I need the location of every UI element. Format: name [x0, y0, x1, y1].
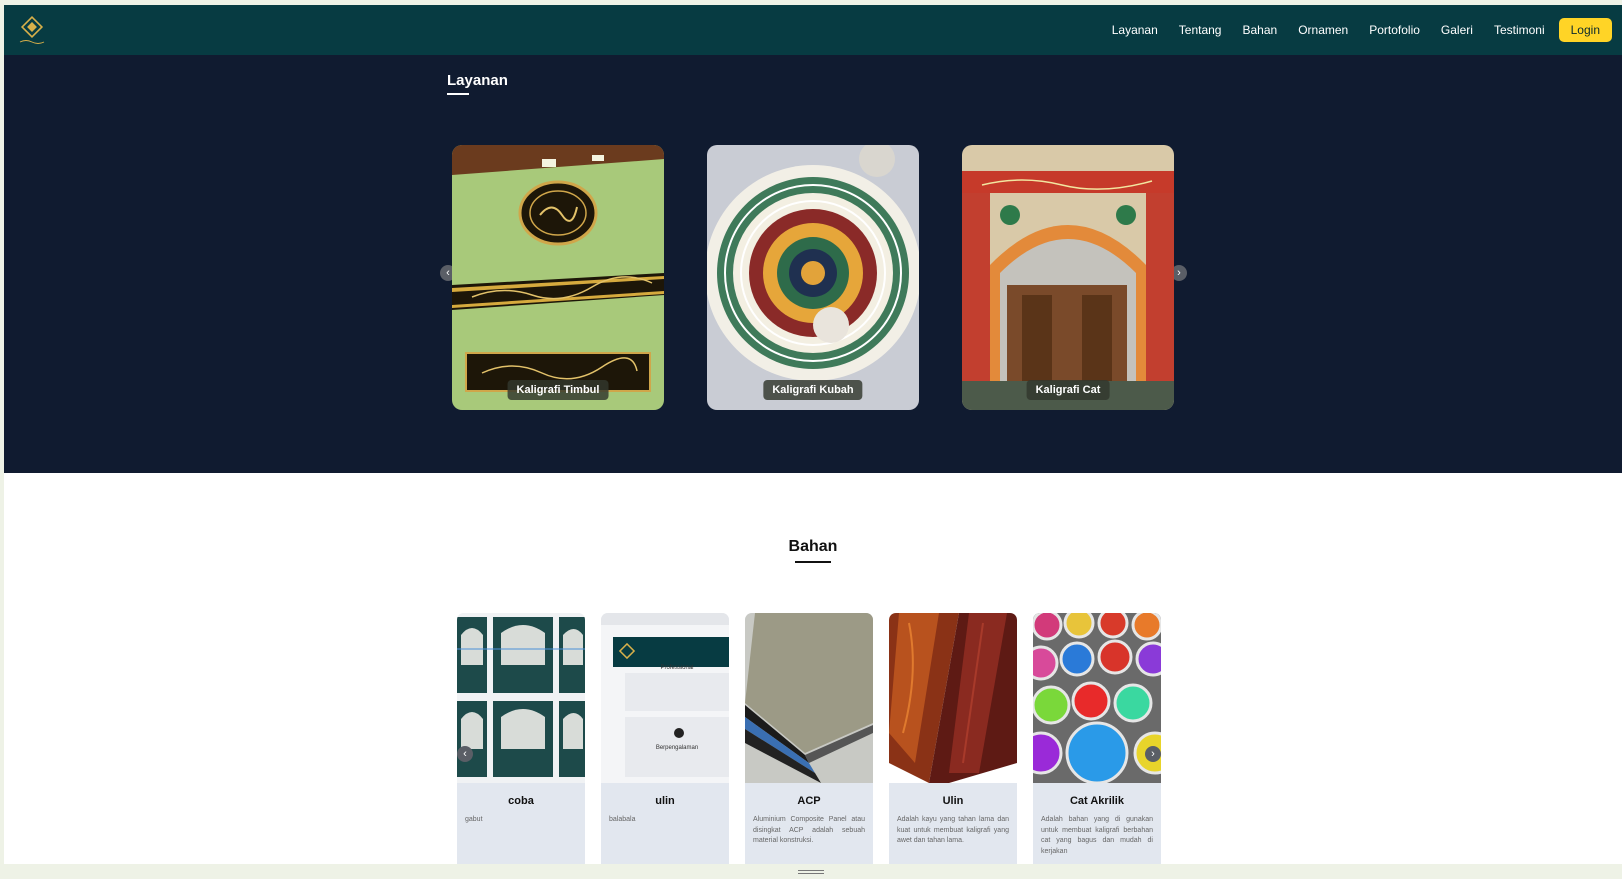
nav-link-tentang[interactable]: Tentang — [1179, 18, 1222, 42]
bahan-image — [889, 613, 1017, 783]
bahan-card-title: ulin — [655, 795, 675, 807]
layanan-title-underline — [447, 93, 469, 95]
bahan-card-cat-akrilik[interactable]: › Cat Akrilik Adalah bahan yang di gunak… — [1033, 613, 1161, 864]
screenshot-heading-professional: Professional — [660, 665, 694, 671]
nav-link-ornamen[interactable]: Ornamen — [1298, 18, 1348, 42]
layanan-section: Layanan ‹ › Kaligrafi Timbul Kaligrafi K… — [4, 55, 1622, 473]
resize-handle-icon[interactable] — [798, 873, 824, 874]
bahan-title: Bahan — [788, 538, 838, 555]
nav-link-portofolio[interactable]: Portofolio — [1369, 18, 1420, 42]
bahan-image: Professional Berpengalaman — [601, 613, 729, 783]
navbar: Layanan Tentang Bahan Ornamen Portofolio… — [4, 5, 1622, 55]
bahan-card-coba[interactable]: ‹ coba gabut — [457, 613, 585, 864]
kaligrafi-cat-image — [962, 145, 1174, 410]
bahan-card-ulin-lower[interactable]: Professional Berpengalaman ulin balabala — [601, 613, 729, 864]
bahan-card-ulin[interactable]: Ulin Adalah kayu yang tahan lama dan kua… — [889, 613, 1017, 864]
service-label: Kaligrafi Timbul — [507, 380, 609, 400]
nav-links: Layanan Tentang Bahan Ornamen Portofolio… — [1091, 18, 1612, 42]
bahan-image — [745, 613, 873, 783]
bahan-card-desc: gabut — [465, 816, 483, 823]
bahan-prev-arrow-icon[interactable]: ‹ — [457, 746, 473, 762]
bahan-card-desc: Adalah kayu yang tahan lama dan kuat unt… — [897, 816, 1009, 844]
screenshot-heading-berpengalaman: Berpengalaman — [655, 745, 699, 751]
service-card-kaligrafi-kubah[interactable]: Kaligrafi Kubah — [707, 145, 919, 410]
bahan-next-arrow-icon[interactable]: › — [1145, 746, 1161, 762]
bottom-bar — [0, 864, 1622, 879]
nav-link-layanan[interactable]: Layanan — [1112, 18, 1158, 42]
bahan-card-desc: balabala — [609, 816, 636, 823]
service-label: Kaligrafi Kubah — [763, 380, 863, 400]
nav-link-testimoni[interactable]: Testimoni — [1494, 18, 1545, 42]
login-button[interactable]: Login — [1558, 18, 1612, 42]
service-card-kaligrafi-cat[interactable]: Kaligrafi Cat — [962, 145, 1174, 410]
bahan-card-desc: Aluminium Composite Panel atau disingkat… — [753, 816, 865, 844]
bahan-image — [457, 613, 585, 783]
bahan-card-desc: Adalah bahan yang di gunakan untuk membu… — [1041, 816, 1153, 855]
bahan-title-underline — [795, 561, 831, 563]
brand-logo[interactable] — [16, 15, 48, 47]
bahan-card-title: ACP — [797, 795, 821, 807]
bahan-card-title: Cat Akrilik — [1069, 795, 1124, 807]
nav-link-bahan[interactable]: Bahan — [1242, 18, 1277, 42]
bahan-card-title: coba — [508, 795, 534, 807]
resize-handle-icon[interactable] — [798, 870, 824, 871]
bahan-image — [1033, 613, 1161, 783]
nav-link-galeri[interactable]: Galeri — [1441, 18, 1473, 42]
service-card-kaligrafi-timbul[interactable]: Kaligrafi Timbul — [452, 145, 664, 410]
kaligrafi-kubah-image — [707, 145, 919, 410]
service-label: Kaligrafi Cat — [1026, 380, 1110, 400]
bahan-card-title: Ulin — [942, 795, 964, 807]
kaligrafi-timbul-image — [452, 145, 664, 410]
bahan-card-acp[interactable]: ACP Aluminium Composite Panel atau disin… — [745, 613, 873, 864]
layanan-title: Layanan — [447, 72, 508, 89]
page-frame: Layanan Tentang Bahan Ornamen Portofolio… — [4, 5, 1622, 864]
